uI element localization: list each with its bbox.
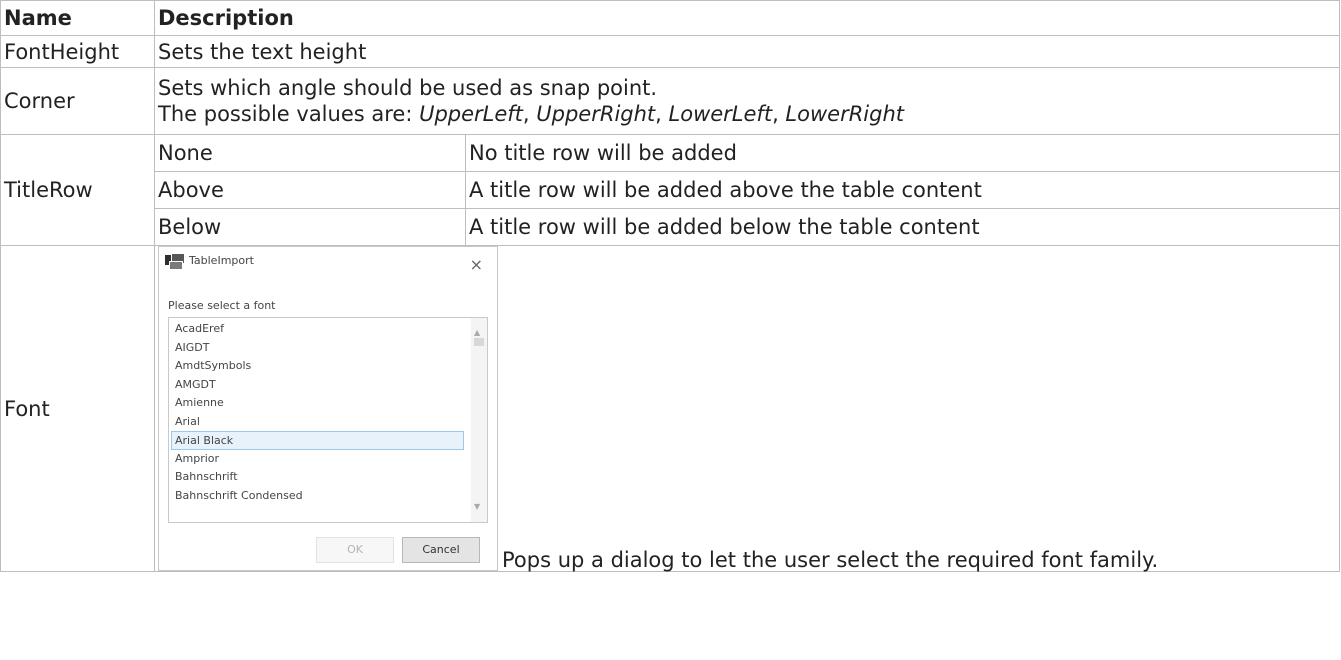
scrollbar[interactable]: ▲ ▼: [471, 318, 487, 522]
separator: ,: [655, 102, 669, 126]
corner-value: LowerLeft: [668, 102, 773, 126]
font-list-item[interactable]: Amienne: [169, 394, 464, 413]
font-description: Pops up a dialog to let the user select …: [502, 548, 1159, 572]
dialog-titlebar: TableImport: [159, 247, 497, 275]
param-name: Corner: [0, 67, 155, 135]
font-dialog: TableImport × Please select a font AcadE…: [158, 246, 498, 571]
param-description: Sets the text height: [154, 35, 1340, 68]
param-description: Sets which angle should be used as snap …: [154, 67, 1340, 135]
font-list-item[interactable]: Bahnschrift: [169, 468, 464, 487]
dialog-buttons: OK Cancel: [159, 537, 497, 563]
font-list-item[interactable]: AcadEref: [169, 320, 464, 339]
font-list-item[interactable]: AIGDT: [169, 339, 464, 358]
dialog-screenshot: TableImport × Please select a font AcadE…: [158, 246, 498, 571]
app-icon: [165, 253, 185, 270]
row-fontheight: FontHeight Sets the text height: [0, 35, 1340, 68]
font-list-item[interactable]: Bahnschrift Condensed: [169, 487, 464, 506]
row-titlerow: TitleRow None No title row will be added: [0, 134, 1340, 246]
corner-line-2: The possible values are: UpperLeft, Uppe…: [158, 101, 1336, 127]
row-titlerow-below: Below A title row will be added below th…: [1, 208, 1340, 246]
font-list-item[interactable]: Amprior: [169, 450, 464, 469]
option-value: None: [154, 134, 466, 172]
font-list-item[interactable]: AmdtSymbols: [169, 357, 464, 376]
option-description: A title row will be added below the tabl…: [465, 208, 1340, 246]
close-icon[interactable]: ×: [470, 252, 483, 278]
option-description: A title row will be added above the tabl…: [465, 171, 1340, 209]
font-list: AcadEref AIGDT AmdtSymbols AMGDT Amienne Aria…: [169, 318, 464, 505]
option-description: No title row will be added: [465, 134, 1340, 172]
corner-line-1: Sets which angle should be used as snap …: [158, 76, 658, 100]
parameter-table: Name Description FontHeight Sets the tex…: [0, 0, 1340, 572]
separator: ,: [522, 102, 537, 126]
corner-value: UpperLeft: [419, 102, 523, 126]
param-description: TableImport × Please select a font AcadE…: [154, 245, 1340, 572]
separator: ,: [772, 102, 786, 126]
row-titlerow-above: Above A title row will be added above th…: [1, 171, 1340, 209]
option-value: Above: [154, 171, 466, 209]
param-name: Font: [0, 245, 155, 572]
param-name: TitleRow: [0, 134, 155, 246]
font-list-item[interactable]: Arial Black: [171, 431, 464, 450]
ok-button[interactable]: OK: [316, 537, 394, 563]
corner-values-prefix: The possible values are:: [158, 102, 420, 126]
dialog-title: TableImport: [189, 254, 254, 267]
font-list-item[interactable]: AMGDT: [169, 376, 464, 395]
corner-value: LowerRight: [785, 102, 904, 126]
cancel-button[interactable]: Cancel: [402, 537, 480, 563]
font-list-item[interactable]: Arial: [169, 413, 464, 432]
font-listbox[interactable]: AcadEref AIGDT AmdtSymbols AMGDT Amienne Aria…: [168, 317, 488, 523]
header-name: Name: [0, 0, 155, 36]
param-name: FontHeight: [0, 35, 155, 68]
dialog-prompt: Please select a font: [168, 299, 276, 312]
scroll-thumb[interactable]: [474, 338, 484, 346]
scroll-down-icon[interactable]: ▼: [474, 494, 480, 520]
header-description: Description: [154, 0, 1340, 36]
row-corner: Corner Sets which angle should be used a…: [0, 67, 1340, 135]
header-row: Name Description: [0, 0, 1340, 36]
option-value: Below: [154, 208, 466, 246]
corner-value: UpperRight: [536, 102, 656, 126]
row-font: Font TableImport × Please select a font …: [0, 245, 1340, 572]
